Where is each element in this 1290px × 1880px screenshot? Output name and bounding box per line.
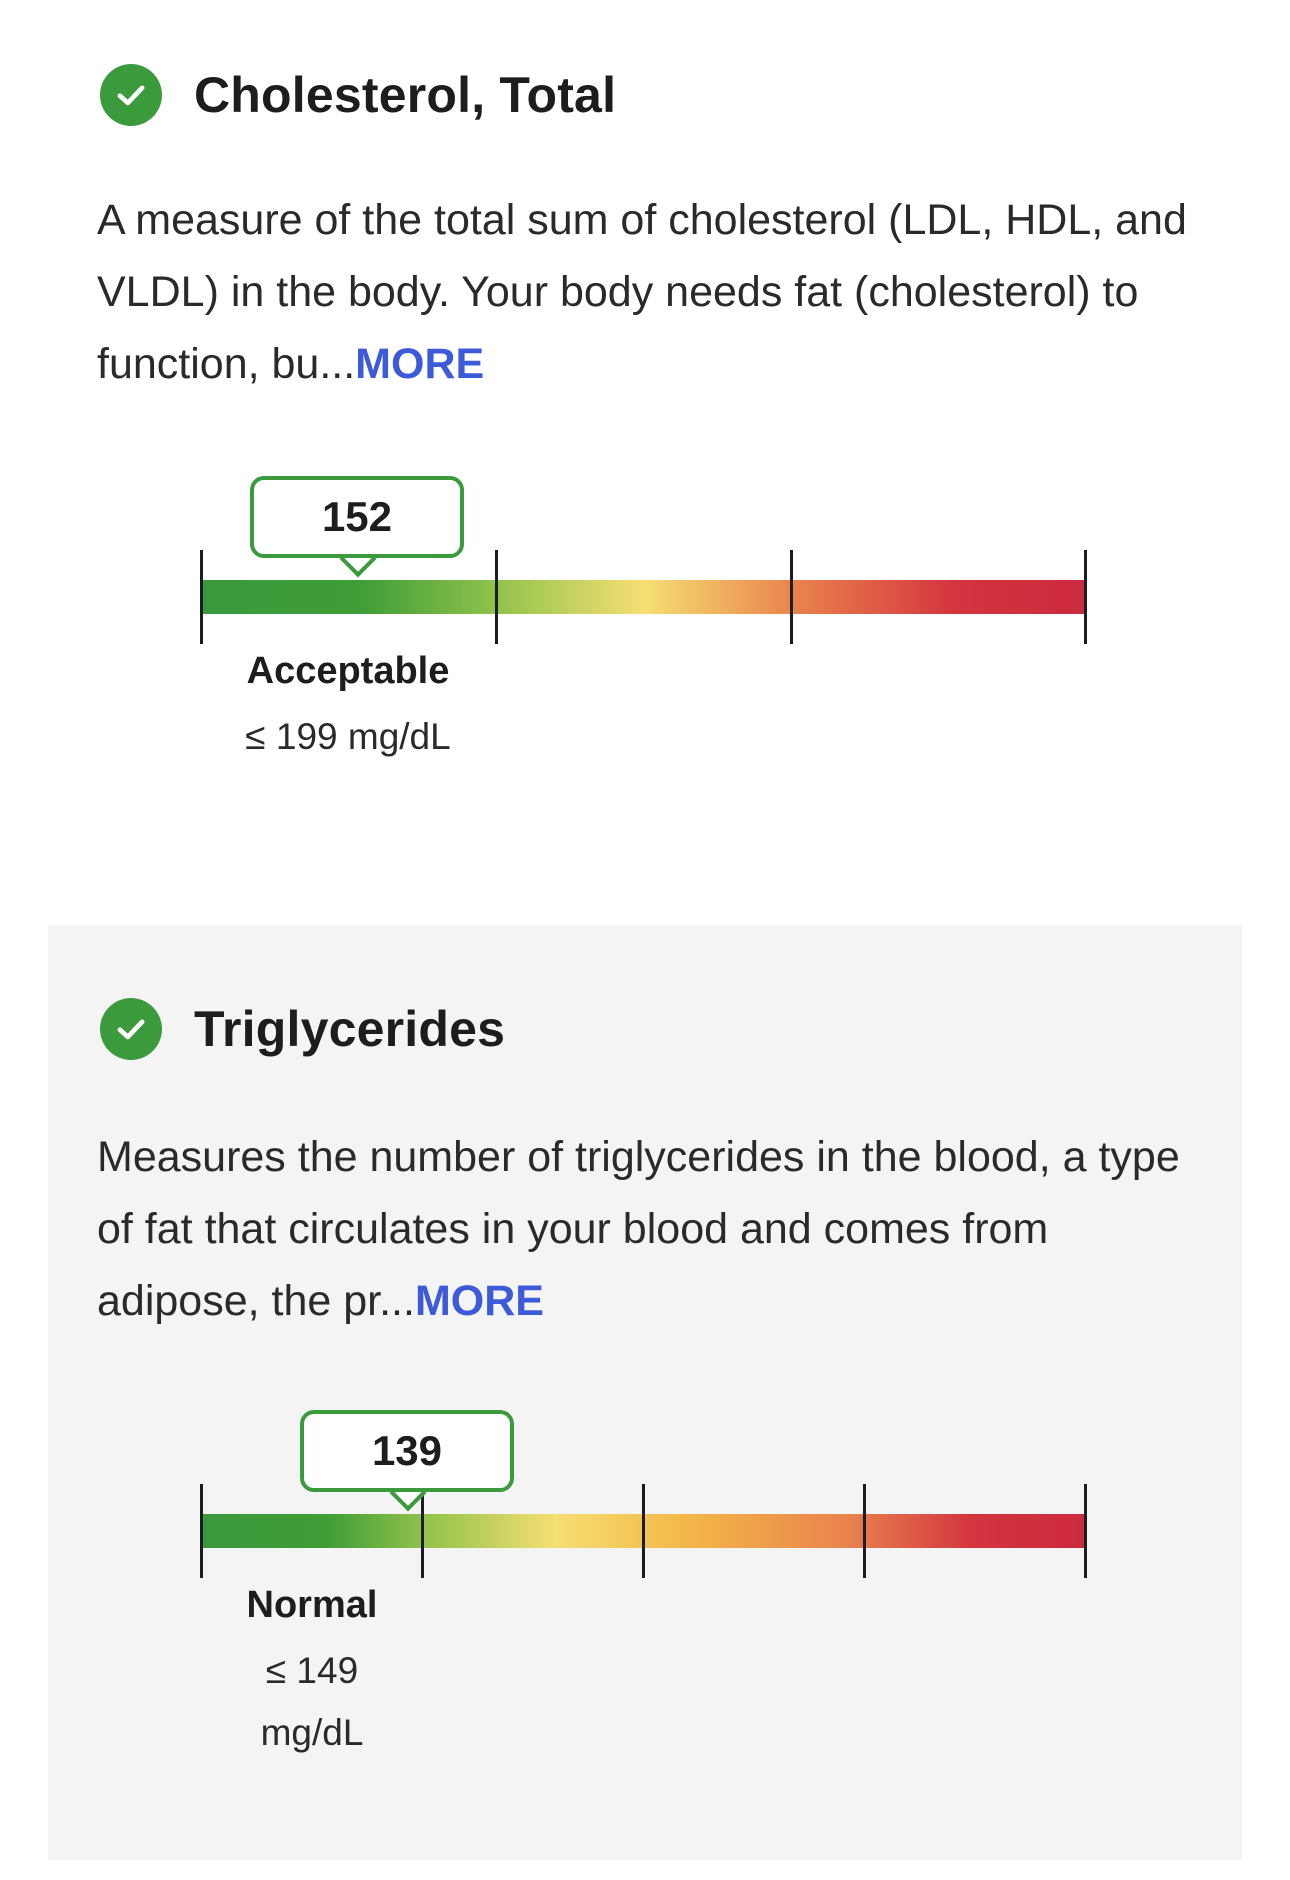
result-description: A measure of the total sum of cholestero…	[97, 184, 1197, 400]
gauge-tick-3	[863, 1484, 866, 1578]
result-gauge: 152 Acceptable ≤ 199 mg/dL	[48, 470, 1242, 830]
result-card-cholesterol: Cholesterol, Total A measure of the tota…	[48, 0, 1242, 925]
check-circle-icon	[100, 998, 162, 1060]
range-label: Acceptable	[246, 650, 450, 692]
page: Cholesterol, Total A measure of the tota…	[0, 0, 1290, 1880]
gauge-bar	[202, 580, 1086, 614]
more-link[interactable]: MORE	[355, 340, 484, 388]
result-title-row: Cholesterol, Total	[100, 64, 616, 126]
result-value: 139	[300, 1410, 514, 1492]
gauge-tick-start	[200, 1484, 203, 1578]
more-link[interactable]: MORE	[415, 1277, 544, 1325]
range-value-line-1: ≤ 149	[265, 1650, 359, 1691]
range-value-line-2: mg/dL	[260, 1712, 364, 1753]
range-label: Normal	[246, 1584, 378, 1626]
result-value: 152	[250, 476, 464, 558]
range-value: ≤ 199 mg/dL	[245, 716, 451, 757]
result-title: Triglycerides	[194, 1001, 506, 1057]
gauge-tick-start	[200, 550, 203, 644]
description-text: A measure of the total sum of cholestero…	[97, 196, 1187, 388]
result-gauge: 139 Normal ≤ 149 mg/dL	[48, 1404, 1242, 1764]
result-title-row: Triglycerides	[100, 998, 505, 1060]
gauge-tick-2	[790, 550, 793, 644]
gauge-tick-1	[421, 1484, 424, 1578]
gauge-tick-2	[642, 1484, 645, 1578]
description-text: Measures the number of triglycerides in …	[97, 1133, 1180, 1325]
gauge-tick-end	[1084, 1484, 1087, 1578]
gauge-tick-1	[495, 550, 498, 644]
result-title: Cholesterol, Total	[194, 67, 617, 123]
check-circle-icon	[100, 64, 162, 126]
gauge-tick-end	[1084, 550, 1087, 644]
result-description: Measures the number of triglycerides in …	[97, 1121, 1197, 1337]
result-value-bubble: 152	[250, 476, 464, 578]
result-value-bubble: 139	[300, 1410, 514, 1512]
result-card-triglycerides: Triglycerides Measures the number of tri…	[48, 925, 1242, 1860]
